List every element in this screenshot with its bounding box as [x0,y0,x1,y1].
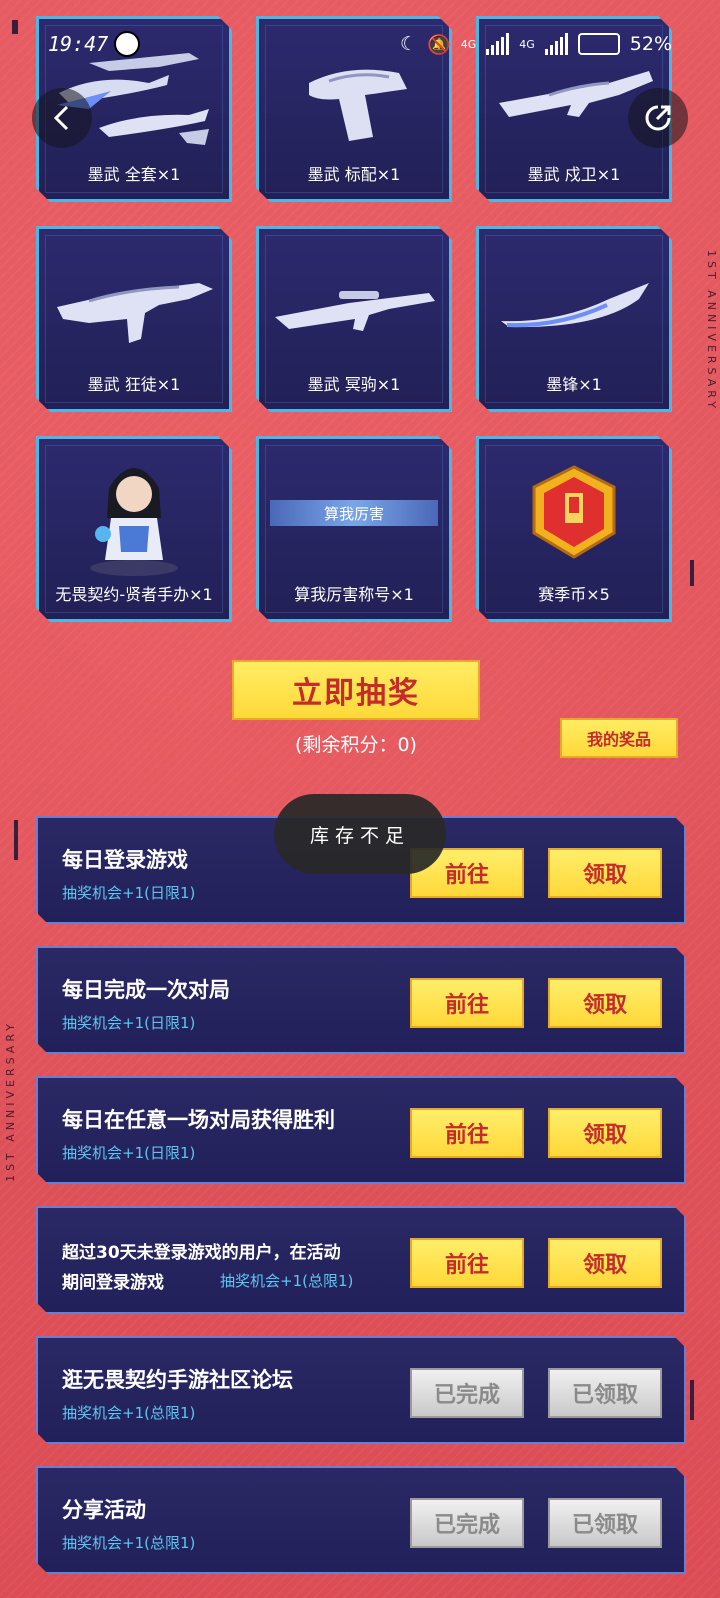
status-time: 19:47 [48,32,109,56]
task-title: 每日在任意一场对局获得胜利 [62,1108,335,1132]
chevron-left-icon [53,105,69,131]
prize-label: 算我厉害称号×1 [294,585,414,604]
sniper-icon [259,243,449,363]
task-reward: 抽奖机会+1(总限1) [220,1272,354,1290]
share-button[interactable] [628,88,688,148]
task-row: 分享活动 抽奖机会+1(总限1) 已完成 已领取 [36,1466,686,1574]
battery-percent: 52% [629,33,672,55]
task-row: 逛无畏契约手游社区论坛 抽奖机会+1(总限1) 已完成 已领取 [36,1336,686,1444]
deco-mark [14,820,18,860]
prize-card[interactable]: 赛季币×5 [476,436,672,622]
signal-icon [544,33,568,55]
task-reward: 抽奖机会+1(日限1) [62,1014,196,1032]
title-banner-icon: 算我厉害 [259,453,449,573]
status-bar: 19:47 ☾ 🔕 4G 4G 52% [48,28,672,60]
task-reward: 抽奖机会+1(日限1) [62,1144,196,1162]
prize-label: 墨武 全套×1 [87,165,181,184]
side-text-left: 1ST ANNIVERSARY [4,1020,17,1182]
prize-card[interactable]: 墨锋×1 [476,226,672,412]
claimed-button[interactable]: 已领取 [548,1498,662,1548]
claim-button[interactable]: 领取 [548,848,662,898]
prize-card[interactable]: 墨武 狂徒×1 [36,226,232,412]
network-label: 4G [460,37,477,51]
go-button[interactable]: 前往 [410,1108,524,1158]
network-label: 4G [519,37,535,51]
go-button[interactable]: 前往 [410,1238,524,1288]
prize-label: 墨武 冥驹×1 [307,375,401,394]
prize-card[interactable]: 无畏契约-贤者手办×1 [36,436,232,622]
task-reward: 抽奖机会+1(总限1) [62,1404,196,1422]
task-title: 超过30天未登录游戏的用户，在活动 [62,1243,341,1263]
my-prizes-button[interactable]: 我的奖品 [560,718,678,758]
completed-button[interactable]: 已完成 [410,1498,524,1548]
deco-mark [12,20,18,34]
prize-card[interactable]: 算我厉害 算我厉害称号×1 [256,436,452,622]
task-row: 超过30天未登录游戏的用户，在活动 期间登录游戏 抽奖机会+1(总限1) 前往 … [36,1206,686,1314]
task-title: 每日登录游戏 [62,848,188,872]
draw-button[interactable]: 立即抽奖 [232,660,480,720]
prize-label: 墨武 戍卫×1 [527,165,621,184]
task-reward: 抽奖机会+1(日限1) [62,884,196,902]
coin-icon [479,453,669,573]
qq-notification-icon [114,31,141,57]
share-icon [645,105,671,131]
back-button[interactable] [32,88,92,148]
claim-button[interactable]: 领取 [548,978,662,1028]
task-row: 每日完成一次对局 抽奖机会+1(日限1) 前往 领取 [36,946,686,1054]
deco-mark [690,1380,694,1420]
deco-mark [690,560,694,586]
toast-message: 库存不足 [274,794,446,874]
completed-button[interactable]: 已完成 [410,1368,524,1418]
figure-icon [39,453,229,573]
title-banner: 算我厉害 [270,500,438,526]
rifle-icon [39,243,229,363]
task-title-line2: 期间登录游戏 [62,1273,164,1293]
signal-icon [486,33,510,55]
remaining-points: (剩余积分：0) [295,734,417,756]
task-reward: 抽奖机会+1(总限1) [62,1534,196,1552]
task-title: 每日完成一次对局 [62,978,230,1002]
prize-label: 墨武 狂徒×1 [87,375,181,394]
go-button[interactable]: 前往 [410,978,524,1028]
prize-label: 墨武 标配×1 [307,165,401,184]
prize-label: 无畏契约-贤者手办×1 [55,585,213,604]
mute-icon: 🔕 [427,33,451,56]
side-text-right: 1ST ANNIVERSARY [705,250,718,412]
task-row: 每日在任意一场对局获得胜利 抽奖机会+1(日限1) 前往 领取 [36,1076,686,1184]
claim-button[interactable]: 领取 [548,1108,662,1158]
moon-icon: ☾ [399,33,418,55]
claimed-button[interactable]: 已领取 [548,1368,662,1418]
task-title: 分享活动 [62,1498,146,1522]
prize-card[interactable]: 墨武 冥驹×1 [256,226,452,412]
task-title: 逛无畏契约手游社区论坛 [62,1368,293,1392]
prize-label: 赛季币×5 [538,585,610,604]
battery-icon [577,33,620,55]
claim-button[interactable]: 领取 [548,1238,662,1288]
prize-label: 墨锋×1 [546,375,602,394]
blade-icon [479,243,669,363]
